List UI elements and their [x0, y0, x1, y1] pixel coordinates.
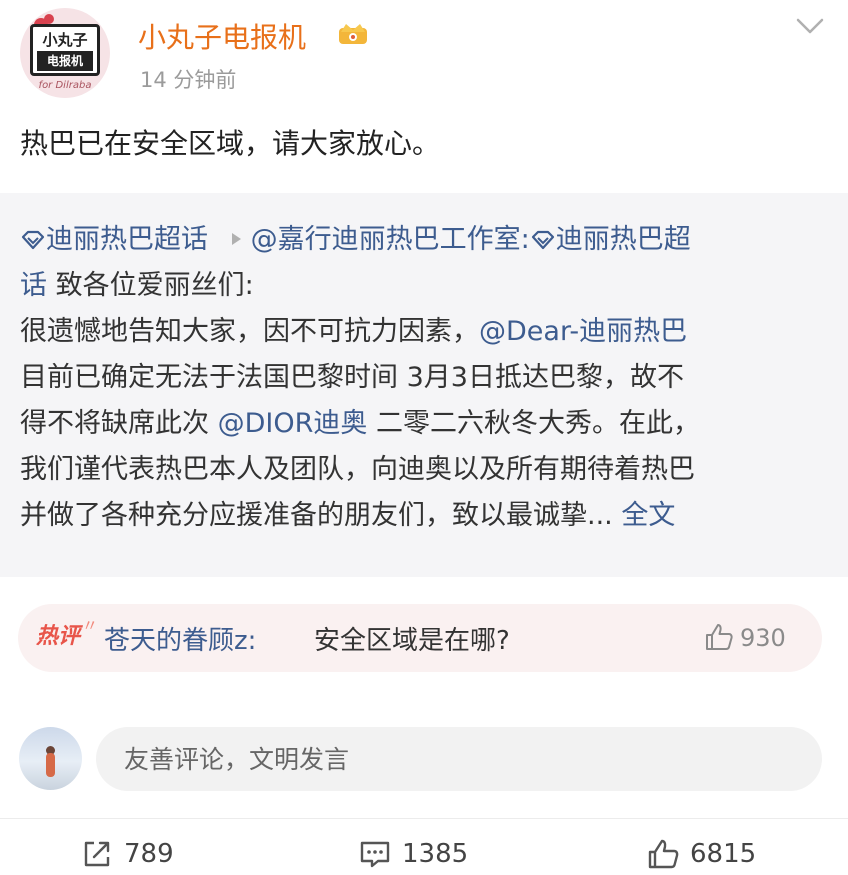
repost-button[interactable]: 789 [80, 834, 174, 874]
repost-text-5b: 二零二六秋冬大秀。在此， [367, 408, 700, 439]
hot-comment-user[interactable]: 苍天的眷顾z: [104, 620, 256, 657]
diamond-topic-icon [531, 230, 554, 250]
mention-dear[interactable]: @Dear-迪丽热巴 [479, 316, 687, 347]
mention-dior[interactable]: @DIOR迪奥 [218, 408, 368, 439]
repost-greeting: 致各位爱丽丝们: [47, 270, 254, 301]
repost-count: 789 [124, 839, 174, 869]
thumbs-up-icon [648, 839, 679, 869]
thumbs-up-icon[interactable] [704, 622, 734, 652]
repost-text-7: 并做了各种充分应援准备的朋友们，致以最诚挚... [20, 500, 622, 531]
topic-link-2-part1[interactable]: 迪丽热巴超 [556, 224, 691, 255]
mention-studio[interactable]: @嘉行迪丽热巴工作室: [251, 224, 530, 255]
author-avatar[interactable]: 小丸子 电报机 for Dilraba [20, 8, 110, 98]
repost-line-1: 迪丽热巴超话 @嘉行迪丽热巴工作室: 迪丽热巴超 [20, 217, 822, 263]
reposted-content[interactable]: 迪丽热巴超话 @嘉行迪丽热巴工作室: 迪丽热巴超 话 致各位爱丽丝们: 很遗憾地… [0, 193, 848, 577]
comment-button[interactable]: 1385 [358, 834, 468, 874]
share-icon [84, 841, 110, 867]
avatar-figure-body [46, 753, 55, 777]
chevron-down-icon[interactable] [794, 14, 826, 38]
avatar-sign: 小丸子 电报机 [30, 24, 100, 76]
avatar-text-bottom: 电报机 [37, 51, 93, 71]
current-user-avatar[interactable] [19, 727, 82, 790]
avatar-text-top: 小丸子 [42, 31, 88, 49]
divider [0, 818, 848, 819]
repost-line-5: 得不将缺席此次 @DIOR迪奥 二零二六秋冬大秀。在此， [20, 401, 822, 447]
flame-icon: 〃 [82, 616, 99, 635]
like-button[interactable]: 6815 [646, 834, 756, 874]
repost-line-7: 并做了各种充分应援准备的朋友们，致以最诚挚... 全文 [20, 493, 822, 539]
hot-comment-like-count: 930 [740, 624, 786, 652]
avatar-bow-decoration-2 [44, 14, 54, 24]
repost-line-4: 目前已确定无法于法国巴黎时间 3月3日抵达巴黎，故不 [20, 362, 684, 393]
play-arrow-icon [231, 233, 241, 245]
repost-line-3: 很遗憾地告知大家，因不可抗力因素，@Dear-迪丽热巴 [20, 309, 822, 355]
repost-text-5a: 得不将缺席此次 [20, 408, 218, 439]
repost-line-2: 话 致各位爱丽丝们: [20, 263, 822, 309]
avatar-caption: for Dilraba [38, 80, 92, 91]
author-name[interactable]: 小丸子电报机 [138, 16, 306, 56]
post-time: 14 分钟前 [140, 68, 237, 92]
comment-icon [360, 841, 390, 868]
repost-line-6: 我们谨代表热巴本人及团队，向迪奥以及所有期待着热巴 [20, 454, 695, 485]
vip-crown-icon [339, 24, 367, 44]
topic-link-1[interactable]: 迪丽热巴超话 [46, 224, 208, 255]
comment-count: 1385 [402, 839, 469, 869]
diamond-topic-icon [21, 230, 45, 250]
topic-link-2-part2[interactable]: 话 [20, 270, 47, 301]
repost-text-3: 很遗憾地告知大家，因不可抗力因素， [20, 316, 479, 347]
like-count: 6815 [690, 839, 757, 869]
hot-comment[interactable]: 热评 〃 苍天的眷顾z: 安全区域是在哪? 930 [18, 604, 822, 672]
hot-comment-badge: 热评 [36, 624, 81, 649]
comment-input[interactable] [96, 727, 822, 791]
hot-comment-text: 安全区域是在哪? [314, 626, 510, 656]
post-body-text: 热巴已在安全区域，请大家放心。 [20, 127, 441, 160]
post-header: 小丸子 电报机 for Dilraba 小丸子电报机 14 分钟前 [0, 0, 848, 110]
full-text-link[interactable]: 全文 [621, 500, 675, 531]
